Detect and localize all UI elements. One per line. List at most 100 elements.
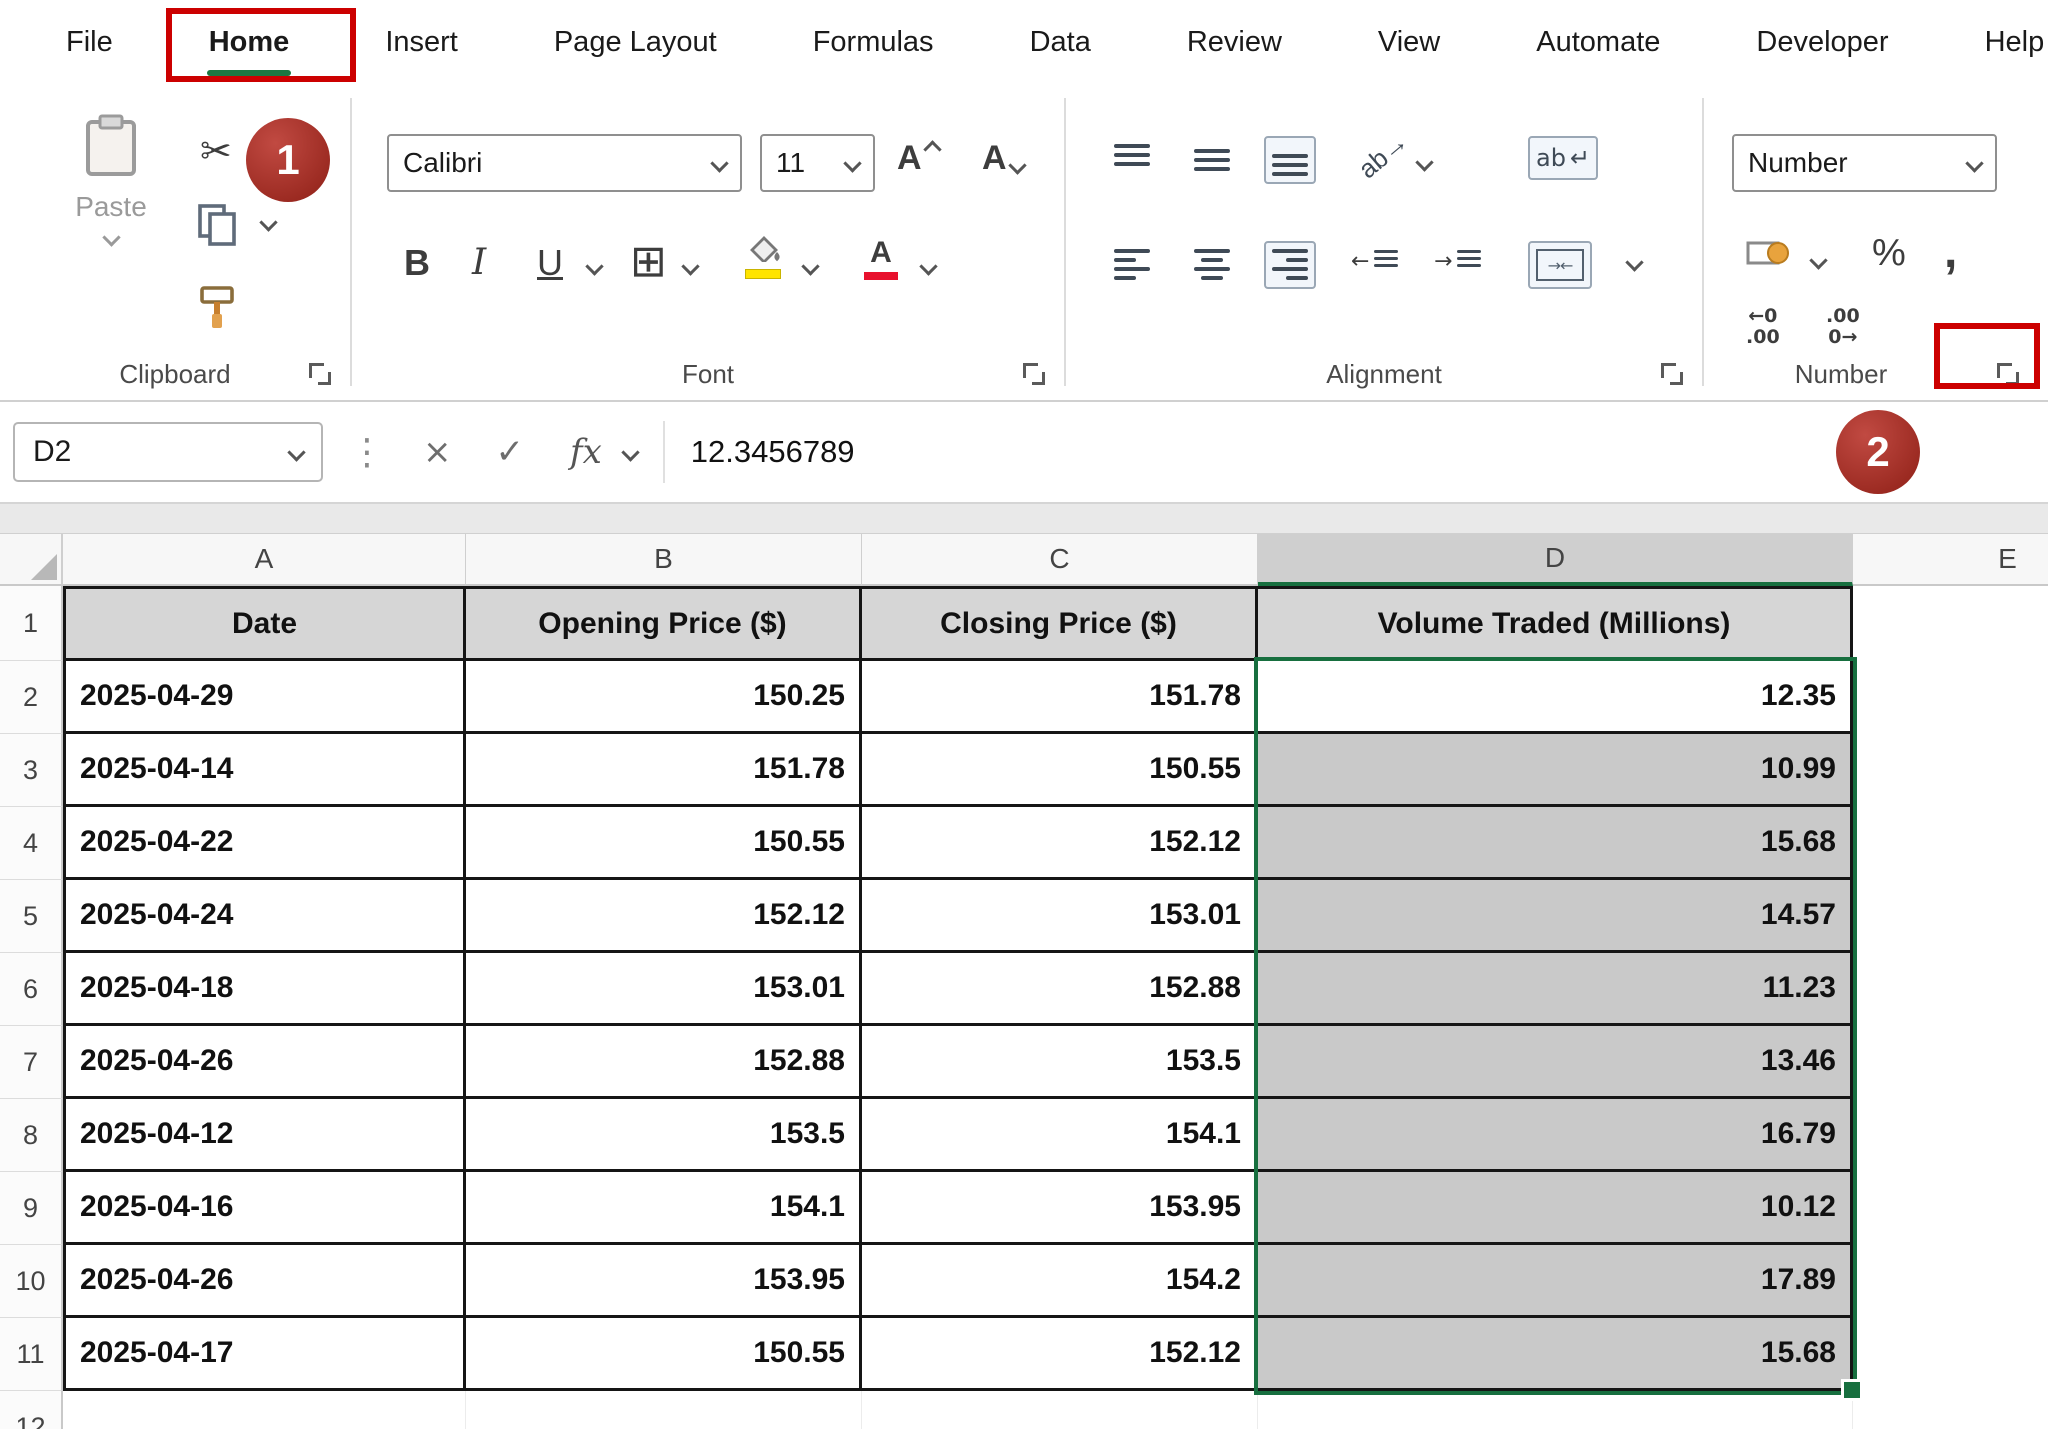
- wrap-text-button[interactable]: ab ↵: [1528, 136, 1598, 180]
- grid-cell-date[interactable]: 2025-04-18: [63, 953, 466, 1026]
- orientation-button[interactable]: ab→: [1356, 140, 1411, 171]
- font-name-select[interactable]: Calibri: [387, 134, 742, 192]
- underline-dropdown-chevron-icon[interactable]: [585, 257, 603, 275]
- grid-cell-empty[interactable]: [862, 1391, 1258, 1429]
- cancel-button[interactable]: ×: [423, 432, 452, 472]
- grid-cell-empty[interactable]: [1258, 1391, 1853, 1429]
- row-header[interactable]: 5: [0, 880, 63, 953]
- grid-cell-empty[interactable]: [1853, 1026, 2048, 1099]
- column-header-c[interactable]: C: [862, 534, 1258, 586]
- clipboard-dialog-launcher-icon[interactable]: [308, 362, 334, 388]
- grid-cell-empty[interactable]: [1853, 1391, 2048, 1429]
- grid-cell-close[interactable]: 151.78: [862, 661, 1258, 734]
- borders-button[interactable]: ⊞: [630, 236, 667, 287]
- grid-cell-close[interactable]: 150.55: [862, 734, 1258, 807]
- tab-developer[interactable]: Developer: [1708, 0, 1936, 84]
- grid-cell-volume[interactable]: 15.68: [1258, 807, 1853, 880]
- row-header[interactable]: 6: [0, 953, 63, 1026]
- grid-cell-volume[interactable]: 13.46: [1258, 1026, 1853, 1099]
- bold-button[interactable]: B: [404, 242, 430, 284]
- merge-center-button[interactable]: →←: [1528, 241, 1592, 289]
- grid-cell-volume[interactable]: 17.89: [1258, 1245, 1853, 1318]
- grid-cell-open[interactable]: 150.55: [466, 1318, 862, 1391]
- font-size-select[interactable]: 11: [760, 134, 875, 192]
- tab-view[interactable]: View: [1330, 0, 1488, 84]
- increase-font-size-button[interactable]: A: [897, 139, 939, 178]
- grid-cell-date[interactable]: 2025-04-29: [63, 661, 466, 734]
- align-right-button[interactable]: [1264, 241, 1316, 289]
- grid-cell-empty[interactable]: [1853, 807, 2048, 880]
- grid-cell-close[interactable]: 153.5: [862, 1026, 1258, 1099]
- increase-indent-button[interactable]: →: [1434, 249, 1481, 274]
- merge-center-chevron-icon[interactable]: [1625, 253, 1643, 271]
- tab-data[interactable]: Data: [982, 0, 1139, 84]
- row-header[interactable]: 4: [0, 807, 63, 880]
- fx-chevron-icon[interactable]: [621, 443, 639, 461]
- tab-automate[interactable]: Automate: [1488, 0, 1708, 84]
- grid-cell-volume[interactable]: 10.12: [1258, 1172, 1853, 1245]
- grid-cell-header-date[interactable]: Date: [63, 586, 466, 661]
- formula-input[interactable]: 12.3456789: [691, 434, 855, 470]
- decrease-decimal-button[interactable]: .00 0→: [1826, 306, 1860, 348]
- grid-cell-open[interactable]: 153.01: [466, 953, 862, 1026]
- tab-insert[interactable]: Insert: [337, 0, 506, 84]
- grid-cell-open[interactable]: 151.78: [466, 734, 862, 807]
- decrease-font-size-button[interactable]: A: [982, 139, 1024, 178]
- grid-cell-header-open[interactable]: Opening Price ($): [466, 586, 862, 661]
- fill-color-button[interactable]: [744, 236, 782, 279]
- column-header-d[interactable]: D: [1258, 534, 1853, 586]
- grid-cell-date[interactable]: 2025-04-26: [63, 1026, 466, 1099]
- align-center-button[interactable]: [1194, 249, 1230, 281]
- copy-dropdown-chevron-icon[interactable]: [259, 213, 277, 231]
- row-header[interactable]: 9: [0, 1172, 63, 1245]
- align-middle-button[interactable]: [1194, 144, 1230, 176]
- grid-cell-volume[interactable]: 12.35: [1258, 661, 1853, 734]
- grid-cell-date[interactable]: 2025-04-17: [63, 1318, 466, 1391]
- grid-cell-date[interactable]: 2025-04-26: [63, 1245, 466, 1318]
- grid-cell-volume[interactable]: 15.68: [1258, 1318, 1853, 1391]
- grid-cell-open[interactable]: 154.1: [466, 1172, 862, 1245]
- grid-cell-close[interactable]: 154.2: [862, 1245, 1258, 1318]
- grid-cell-close[interactable]: 154.1: [862, 1099, 1258, 1172]
- comma-style-button[interactable]: ,: [1944, 224, 1957, 279]
- grid-cell-date[interactable]: 2025-04-12: [63, 1099, 466, 1172]
- grid-cell-empty[interactable]: [1853, 661, 2048, 734]
- select-all-corner[interactable]: [0, 534, 63, 586]
- grid-cell-header-close[interactable]: Closing Price ($): [862, 586, 1258, 661]
- grid-cell-close[interactable]: 152.12: [862, 1318, 1258, 1391]
- column-header-e[interactable]: E: [1853, 534, 2048, 586]
- borders-dropdown-chevron-icon[interactable]: [681, 257, 699, 275]
- row-header[interactable]: 7: [0, 1026, 63, 1099]
- tab-page-layout[interactable]: Page Layout: [506, 0, 765, 84]
- decrease-indent-button[interactable]: ←: [1351, 249, 1398, 274]
- grid-cell-date[interactable]: 2025-04-14: [63, 734, 466, 807]
- align-bottom-button[interactable]: [1264, 136, 1316, 184]
- grid-cell-empty[interactable]: [466, 1391, 862, 1429]
- font-color-chevron-icon[interactable]: [919, 257, 937, 275]
- underline-button[interactable]: U: [537, 242, 563, 284]
- accounting-chevron-icon[interactable]: [1809, 251, 1827, 269]
- grid-cell-empty[interactable]: [1853, 734, 2048, 807]
- grid-cell-close[interactable]: 153.01: [862, 880, 1258, 953]
- row-header[interactable]: 11: [0, 1318, 63, 1391]
- grid-cell-close[interactable]: 152.88: [862, 953, 1258, 1026]
- grid-cell-close[interactable]: 153.95: [862, 1172, 1258, 1245]
- row-header[interactable]: 3: [0, 734, 63, 807]
- grid-cell-header-volume[interactable]: Volume Traded (Millions): [1258, 586, 1853, 661]
- row-header[interactable]: 2: [0, 661, 63, 734]
- grid-cell-empty[interactable]: [1853, 880, 2048, 953]
- tab-formulas[interactable]: Formulas: [765, 0, 982, 84]
- orientation-chevron-icon[interactable]: [1415, 153, 1433, 171]
- align-left-button[interactable]: [1114, 249, 1150, 281]
- grid-cell-volume[interactable]: 14.57: [1258, 880, 1853, 953]
- grid-cell-open[interactable]: 152.12: [466, 880, 862, 953]
- grid-cell-open[interactable]: 152.88: [466, 1026, 862, 1099]
- paste-button[interactable]: Paste: [55, 114, 167, 244]
- grid-cell-date[interactable]: 2025-04-24: [63, 880, 466, 953]
- format-painter-button[interactable]: [196, 284, 238, 335]
- grid-cell-open[interactable]: 153.5: [466, 1099, 862, 1172]
- grid-cell-empty[interactable]: [1853, 1172, 2048, 1245]
- align-top-button[interactable]: [1114, 144, 1150, 176]
- tab-help[interactable]: Help: [1937, 0, 2048, 84]
- italic-button[interactable]: I: [472, 242, 486, 283]
